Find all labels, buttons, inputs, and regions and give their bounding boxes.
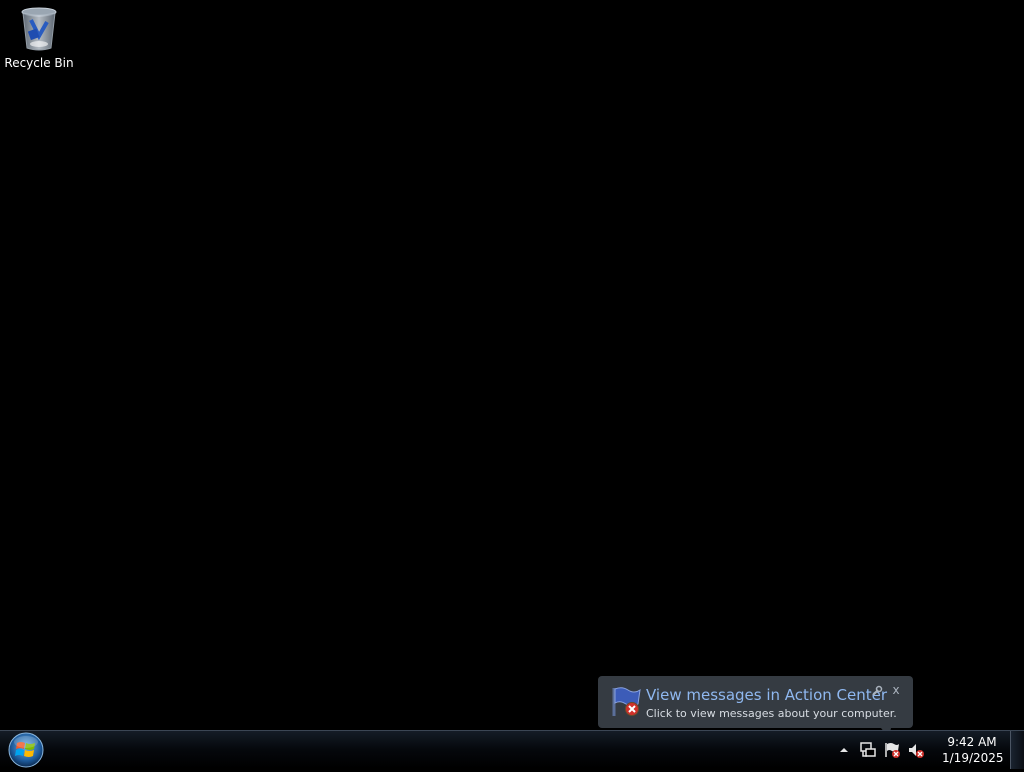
notification-settings-icon[interactable] <box>871 685 883 697</box>
action-center-tray-icon[interactable] <box>881 739 903 761</box>
clock-time: 9:42 AM <box>947 735 997 749</box>
desktop-icon-label: Recycle Bin <box>4 56 74 70</box>
notification-title[interactable]: View messages in Action Center <box>646 686 887 704</box>
up-arrow-icon <box>840 748 848 752</box>
show-hidden-icons-button[interactable] <box>833 739 855 761</box>
show-desktop-button[interactable] <box>1010 731 1024 769</box>
taskbar: 9:42 AM 1/19/2025 <box>0 730 1024 769</box>
volume-tray-icon[interactable] <box>905 739 927 761</box>
desktop[interactable]: Recycle Bin <box>0 0 1024 730</box>
network-tray-icon[interactable] <box>857 739 879 761</box>
action-center-flag-error-icon <box>885 743 900 758</box>
notification-text[interactable]: Click to view messages about your comput… <box>646 707 897 720</box>
windows-start-orb-icon <box>8 732 44 768</box>
recycle-bin-icon <box>21 7 57 51</box>
clock[interactable]: 9:42 AM 1/19/2025 <box>942 734 1004 766</box>
notification-close-button[interactable]: x <box>890 683 902 697</box>
clock-date: 1/19/2025 <box>942 751 1004 765</box>
network-icon <box>860 742 876 757</box>
system-tray: 9:42 AM 1/19/2025 <box>832 731 1004 769</box>
volume-muted-error-icon <box>909 744 924 758</box>
action-center-notification[interactable]: View messages in Action Center Click to … <box>598 676 913 738</box>
start-button[interactable] <box>6 732 46 768</box>
desktop-icon-recycle-bin[interactable]: Recycle Bin <box>4 6 74 76</box>
action-center-flag-error-icon <box>612 687 641 716</box>
